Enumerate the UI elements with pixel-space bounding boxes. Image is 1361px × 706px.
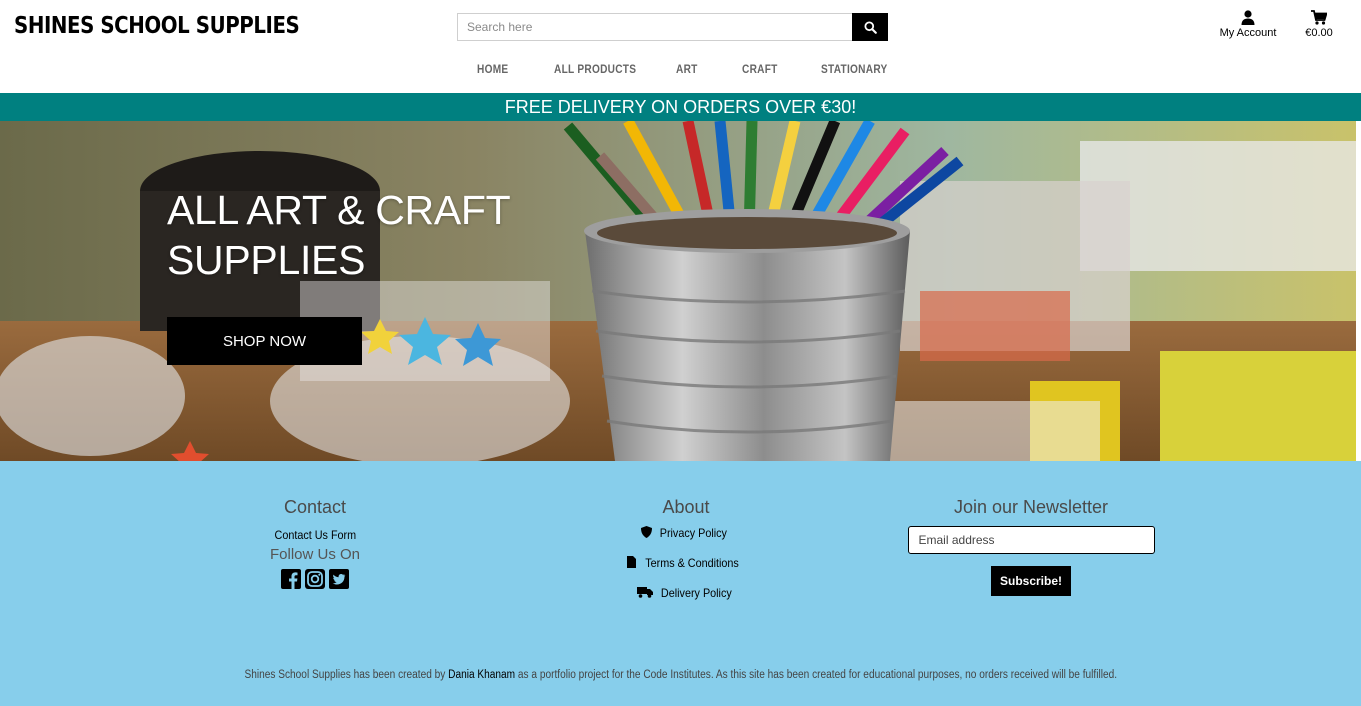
hero-section: ALL ART & CRAFT SUPPLIES SHOP NOW: [0, 121, 1356, 461]
credit-line: Shines School Supplies has been created …: [0, 669, 1361, 681]
nav-craft[interactable]: CRAFT: [742, 64, 778, 76]
hero-image: [0, 121, 1356, 461]
nav-home[interactable]: HOME: [477, 64, 508, 76]
nav-stationary[interactable]: STATIONARY: [821, 64, 888, 76]
search-button[interactable]: [852, 13, 888, 41]
user-icon: [1241, 10, 1255, 25]
subscribe-button[interactable]: Subscribe!: [990, 566, 1071, 596]
footer-about: About Privacy Policy Terms & Conditions …: [586, 497, 786, 616]
file-icon: [627, 556, 637, 568]
privacy-policy-link[interactable]: Privacy Policy: [586, 526, 786, 556]
main-nav: HOME ALL PRODUCTS ART CRAFT STATIONARY: [0, 64, 1361, 80]
nav-all-products[interactable]: ALL PRODUCTS: [554, 64, 636, 76]
footer-contact: Contact Contact Us Form Follow Us On: [215, 497, 415, 589]
site-header: SHINES SCHOOL SUPPLIES My Account €0.00 …: [0, 0, 1361, 93]
about-heading: About: [662, 497, 710, 517]
footer-newsletter: Join our Newsletter Subscribe!: [906, 497, 1156, 596]
terms-conditions-link[interactable]: Terms & Conditions: [586, 556, 786, 586]
credit-text-after: as a portfolio project for the Code Inst…: [514, 669, 1117, 681]
free-delivery-banner: FREE DELIVERY ON ORDERS OVER €30!: [0, 93, 1361, 121]
social-links: [215, 569, 415, 589]
my-account-link[interactable]: My Account: [1216, 10, 1280, 39]
terms-conditions-label: Terms & Conditions: [645, 556, 740, 570]
site-footer: Contact Contact Us Form Follow Us On Abo…: [0, 461, 1361, 706]
contact-heading: Contact: [283, 497, 347, 517]
email-field[interactable]: [907, 526, 1155, 554]
search-form: [457, 13, 888, 41]
follow-us-label: Follow Us On: [269, 546, 361, 563]
nav-art[interactable]: ART: [676, 64, 698, 76]
hero-title-line-1: ALL ART & CRAFT: [167, 187, 511, 233]
author-link[interactable]: Dania Khanam: [448, 669, 515, 681]
truck-icon: [636, 587, 653, 598]
hero-title: ALL ART & CRAFT SUPPLIES: [167, 185, 547, 285]
bag-total: €0.00: [1305, 27, 1333, 39]
cart-icon: [1311, 10, 1327, 25]
site-logo[interactable]: SHINES SCHOOL SUPPLIES: [14, 13, 300, 39]
my-account-label: My Account: [1219, 27, 1277, 39]
facebook-icon[interactable]: [281, 569, 301, 589]
instagram-icon[interactable]: [305, 569, 325, 589]
contact-us-form-link[interactable]: Contact Us Form: [274, 528, 356, 542]
newsletter-heading: Join our Newsletter: [953, 497, 1109, 517]
shop-now-button[interactable]: SHOP NOW: [167, 317, 362, 365]
search-icon: [863, 20, 877, 34]
delivery-policy-label: Delivery Policy: [660, 586, 732, 600]
twitter-icon[interactable]: [329, 569, 349, 589]
shield-icon: [641, 526, 653, 538]
credit-text-before: Shines School Supplies has been created …: [244, 669, 448, 681]
shopping-bag-link[interactable]: €0.00: [1298, 10, 1340, 39]
privacy-policy-label: Privacy Policy: [659, 526, 728, 540]
delivery-policy-link[interactable]: Delivery Policy: [586, 586, 786, 616]
search-input[interactable]: [457, 13, 852, 41]
hero-title-line-2: SUPPLIES: [167, 237, 366, 283]
